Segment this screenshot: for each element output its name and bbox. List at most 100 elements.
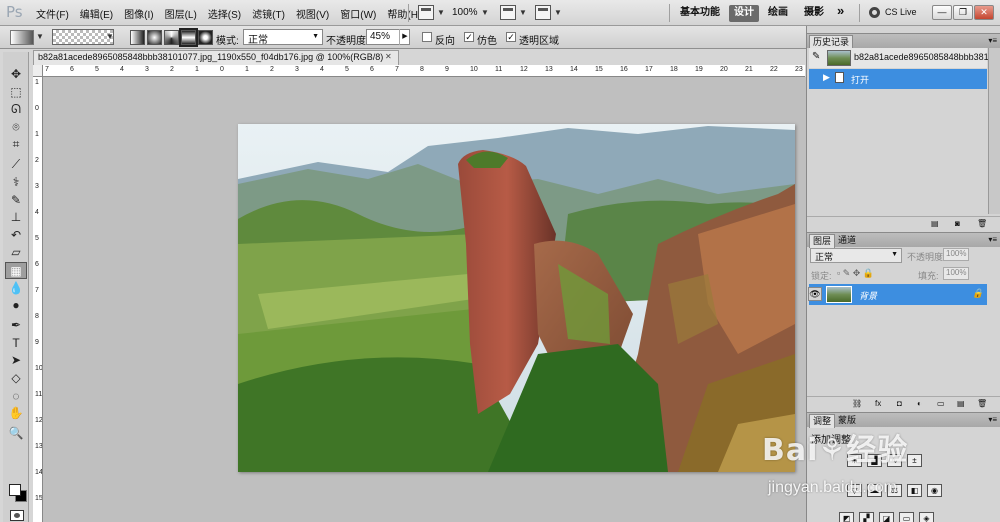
- exposure-icon[interactable]: ±: [907, 454, 922, 467]
- quick-select-tool-icon[interactable]: ⌾: [5, 119, 27, 136]
- invert-icon[interactable]: ◩: [839, 512, 854, 522]
- workspace-design[interactable]: 设计: [729, 5, 759, 22]
- black-white-icon[interactable]: ◧: [907, 484, 922, 497]
- more-workspaces-button[interactable]: »: [832, 3, 849, 20]
- menu-window[interactable]: 窗口(W): [340, 6, 376, 21]
- healing-brush-tool-icon[interactable]: ⚕: [5, 174, 27, 191]
- history-scrollbar[interactable]: [988, 48, 1000, 214]
- angle-gradient-icon[interactable]: [164, 30, 179, 45]
- tab-channels[interactable]: 通道: [835, 234, 859, 248]
- diamond-gradient-icon[interactable]: [198, 30, 213, 45]
- tool-preset-picker[interactable]: [10, 30, 34, 45]
- 3d-rotate-tool-icon[interactable]: ◌: [5, 388, 27, 405]
- history-brush-tool-icon[interactable]: ↶: [5, 227, 27, 244]
- reflected-gradient-icon[interactable]: [179, 28, 198, 47]
- menu-filter[interactable]: 滤镜(T): [252, 6, 285, 21]
- reverse-checkbox[interactable]: [422, 32, 432, 42]
- menu-select[interactable]: 选择(S): [208, 6, 241, 21]
- tab-layers[interactable]: 图层: [809, 234, 836, 248]
- lock-options-icon[interactable]: ▫ ✎ ✥ 🔒: [837, 268, 874, 279]
- workspace-photography[interactable]: 摄影: [799, 5, 829, 22]
- posterize-icon[interactable]: ▞: [859, 512, 874, 522]
- chevron-down-icon[interactable]: ▼: [106, 32, 114, 41]
- zoom-tool-icon[interactable]: 🔍: [5, 425, 27, 442]
- chevron-down-icon[interactable]: ▼: [437, 8, 445, 17]
- mode-select[interactable]: 正常 ▼: [243, 29, 323, 46]
- document-tab[interactable]: b82a81acede8965085848bbb38101077.jpg_119…: [33, 50, 399, 65]
- layer-style-icon[interactable]: fx: [875, 399, 881, 408]
- close-button[interactable]: ✕: [974, 5, 994, 20]
- layer-background[interactable]: 👁 背景 🔒: [808, 284, 987, 305]
- history-snapshot[interactable]: ✎ b82a81acede8965085848bbb381...: [809, 48, 996, 68]
- crop-tool-icon[interactable]: ⌗: [5, 136, 27, 153]
- menu-help[interactable]: 帮助(H): [387, 6, 421, 21]
- cs-live-icon[interactable]: [869, 7, 880, 18]
- clone-stamp-tool-icon[interactable]: ⊥: [5, 209, 27, 226]
- close-icon[interactable]: ✕: [385, 52, 392, 61]
- menu-view[interactable]: 视图(V): [296, 6, 329, 21]
- history-state-open[interactable]: ▶ 打开: [809, 69, 987, 89]
- menu-image[interactable]: 图像(I): [124, 6, 153, 21]
- cs-live-button[interactable]: CS Live: [885, 7, 917, 17]
- snapshot-icon[interactable]: ◙: [955, 219, 960, 228]
- panel-menu-icon[interactable]: ▾≡: [988, 415, 997, 424]
- new-document-from-state-icon[interactable]: ▤: [931, 219, 939, 228]
- brush-source-icon[interactable]: ✎: [812, 51, 820, 62]
- blur-tool-icon[interactable]: 💧: [5, 280, 27, 297]
- minimize-button[interactable]: —: [932, 5, 952, 20]
- opacity-slider-toggle[interactable]: ▶: [399, 29, 410, 45]
- menu-layer[interactable]: 图层(L): [165, 6, 197, 21]
- layer-blend-mode-select[interactable]: 正常 ▼: [810, 248, 902, 263]
- new-layer-icon[interactable]: ▤: [957, 399, 965, 408]
- shape-tool-icon[interactable]: ◇: [5, 370, 27, 387]
- transparency-checkbox[interactable]: ✓: [506, 32, 516, 42]
- panel-menu-icon[interactable]: ▾≡: [988, 36, 997, 45]
- dither-checkbox[interactable]: ✓: [464, 32, 474, 42]
- document-canvas[interactable]: [238, 124, 795, 472]
- selective-color-icon[interactable]: ◈: [919, 512, 934, 522]
- chevron-down-icon[interactable]: ▼: [36, 32, 44, 41]
- radial-gradient-icon[interactable]: [147, 30, 162, 45]
- pen-tool-icon[interactable]: ✒: [5, 317, 27, 334]
- type-tool-icon[interactable]: T: [5, 335, 27, 352]
- new-group-icon[interactable]: ▭: [937, 399, 945, 408]
- layer-opacity-input[interactable]: 100%: [943, 248, 969, 261]
- gradient-tool-icon[interactable]: ▦: [5, 262, 27, 279]
- fill-input[interactable]: 100%: [943, 267, 969, 280]
- vertical-ruler[interactable]: 1 0 1 2 3 4 5 6 7 8 9 10 11 12 13 14 15: [33, 77, 43, 522]
- hand-tool-icon[interactable]: ✋: [5, 405, 27, 422]
- panel-menu-icon[interactable]: ▾≡: [988, 235, 997, 244]
- trash-icon[interactable]: 🗑: [977, 399, 987, 408]
- horizontal-ruler[interactable]: 7 6 5 4 3 2 1 0 1 2 3 4 5 6 7 8 9 10 11 12 13 14 15 16 17 18 19 20 2…: [43, 65, 805, 77]
- menu-edit[interactable]: 编辑(E): [80, 6, 113, 21]
- marquee-tool-icon[interactable]: ⬚: [5, 84, 27, 101]
- eraser-tool-icon[interactable]: ▱: [5, 244, 27, 261]
- gradient-map-icon[interactable]: ▭: [899, 512, 914, 522]
- chevron-down-icon[interactable]: ▼: [519, 8, 527, 17]
- threshold-icon[interactable]: ◪: [879, 512, 894, 522]
- workspace-painting[interactable]: 绘画: [763, 5, 793, 22]
- linear-gradient-icon[interactable]: [130, 30, 145, 45]
- tab-history[interactable]: 历史记录: [809, 35, 854, 49]
- trash-icon[interactable]: 🗑: [977, 219, 987, 228]
- quick-mask-icon[interactable]: [10, 510, 24, 521]
- eye-icon[interactable]: 👁: [808, 287, 822, 301]
- eyedropper-tool-icon[interactable]: ⟋: [5, 156, 27, 173]
- screen-mode-icon[interactable]: [535, 5, 551, 20]
- workspace-essentials[interactable]: 基本功能: [675, 5, 725, 22]
- path-select-tool-icon[interactable]: ➤: [5, 352, 27, 369]
- photo-filter-icon[interactable]: ◉: [927, 484, 942, 497]
- arrange-documents-icon[interactable]: [500, 5, 516, 20]
- chevron-down-icon[interactable]: ▼: [481, 8, 489, 17]
- zoom-level[interactable]: 100%: [452, 7, 478, 18]
- move-tool-icon[interactable]: ✥: [5, 66, 27, 83]
- launch-bridge-icon[interactable]: [418, 5, 434, 20]
- chevron-down-icon[interactable]: ▼: [554, 8, 562, 17]
- gradient-picker[interactable]: [52, 29, 114, 45]
- foreground-color-swatch[interactable]: [9, 484, 21, 496]
- lasso-tool-icon[interactable]: ᘏ: [5, 101, 27, 118]
- menu-file[interactable]: 文件(F): [36, 6, 69, 21]
- ruler-origin[interactable]: [33, 65, 43, 77]
- adjustment-layer-icon[interactable]: ◐: [917, 399, 922, 408]
- dodge-tool-icon[interactable]: ●: [5, 297, 27, 314]
